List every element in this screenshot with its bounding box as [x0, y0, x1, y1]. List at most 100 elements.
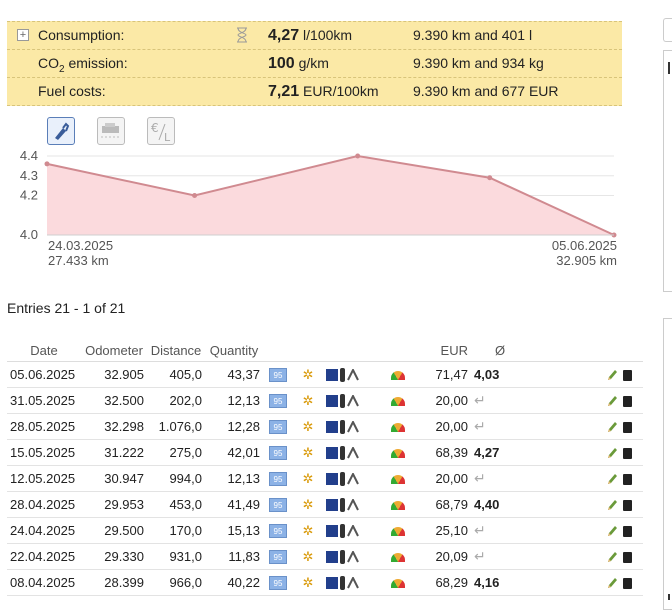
table-row[interactable]: 12.05.2025 30.947 994,0 12,13 95 ✲ 20,00 ↵	[7, 465, 643, 492]
summer-tires-icon: ✲	[302, 393, 314, 409]
summer-tires-icon: ✲	[302, 419, 314, 435]
delete-trash-icon[interactable]	[623, 577, 632, 589]
driving-style-cell	[383, 439, 413, 466]
edit-pencil-icon[interactable]	[606, 368, 618, 382]
tires-cell: ✲	[293, 361, 323, 388]
quantity-cell: 12,13	[205, 387, 263, 414]
actions-cell	[603, 517, 643, 544]
city-traffic-light-icon	[340, 472, 345, 487]
table-row[interactable]: 15.05.2025 31.222 275,0 42,01 95 ✲ 68,39 4,27	[7, 439, 643, 466]
table-row[interactable]: 31.05.2025 32.500 202,0 12,13 95 ✲ 20,00 ↵	[7, 387, 643, 414]
y-tick-label: 4.3	[20, 168, 38, 183]
city-traffic-light-icon	[340, 394, 345, 409]
table-row[interactable]: 08.04.2025 28.399 966,0 40,22 95 ✲ 68,29 4,16	[7, 569, 643, 596]
country-road-icon	[347, 369, 359, 381]
edit-pencil-icon[interactable]	[606, 524, 618, 538]
table-row[interactable]: 05.06.2025 32.905 405,0 43,37 95 ✲ 71,47 4,03	[7, 361, 643, 388]
country-road-icon	[347, 447, 359, 459]
eur-cell: 68,39	[413, 439, 471, 466]
driving-style-cell	[383, 543, 413, 570]
distance-header[interactable]: Distance	[147, 339, 205, 362]
delete-trash-icon[interactable]	[623, 525, 632, 537]
date-cell: 24.04.2025	[7, 517, 81, 544]
driving-style-cell	[383, 361, 413, 388]
edit-pencil-icon[interactable]	[606, 472, 618, 486]
country-road-icon	[347, 525, 359, 537]
driving-style-gauge-icon	[391, 579, 405, 589]
eur-cell: 20,00	[413, 387, 471, 414]
fuel-95-icon: 95	[269, 576, 287, 591]
eur-header[interactable]: EUR	[413, 339, 471, 362]
odometer-header[interactable]: Odometer	[81, 339, 147, 362]
summer-tires-icon: ✲	[302, 523, 314, 539]
eur-cell: 68,79	[413, 491, 471, 518]
quantity-cell: 42,01	[205, 439, 263, 466]
edit-pencil-icon[interactable]	[606, 550, 618, 564]
tires-cell: ✲	[293, 491, 323, 518]
x-end-km-label: 32.905 km	[556, 253, 617, 268]
delete-trash-icon[interactable]	[623, 551, 632, 563]
route-cell	[323, 413, 383, 440]
actions-cell	[603, 413, 643, 440]
driving-style-cell	[383, 491, 413, 518]
y-tick-label: 4.0	[20, 227, 38, 242]
fuel-type-cell: 95	[263, 517, 293, 544]
table-row[interactable]: 24.04.2025 29.500 170,0 15,13 95 ✲ 25,10 ↵	[7, 517, 643, 544]
edit-pencil-icon[interactable]	[606, 420, 618, 434]
svg-text:€: €	[151, 121, 159, 135]
driving-style-gauge-icon	[391, 449, 405, 459]
fuel-type-cell: 95	[263, 361, 293, 388]
summer-tires-icon: ✲	[302, 549, 314, 565]
expand-icon[interactable]: +	[17, 29, 29, 41]
city-traffic-light-icon	[340, 368, 345, 383]
date-header[interactable]: Date	[7, 339, 81, 362]
date-cell: 08.04.2025	[7, 569, 81, 596]
data-point	[355, 153, 361, 159]
delete-trash-icon[interactable]	[623, 499, 632, 511]
edit-pencil-icon[interactable]	[606, 394, 618, 408]
notes-cell	[529, 465, 603, 492]
highway-icon	[326, 369, 338, 382]
summer-tires-icon: ✲	[302, 367, 314, 383]
quantity-header[interactable]: Quantity	[205, 339, 263, 362]
summer-tires-icon: ✲	[302, 497, 314, 513]
avg-cell: 4,27	[471, 439, 529, 466]
odometer-cell: 31.222	[81, 439, 147, 466]
fuel-costs-total: 9.390 km and 677 EUR	[413, 83, 559, 99]
fuel-95-icon: 95	[269, 550, 287, 565]
delete-trash-icon[interactable]	[623, 447, 632, 459]
fuel-type-cell: 95	[263, 543, 293, 570]
side-panel-tab[interactable]	[663, 18, 672, 42]
hourglass-icon[interactable]	[236, 27, 248, 43]
actions-cell	[603, 543, 643, 570]
tires-cell: ✲	[293, 465, 323, 492]
edit-pencil-icon[interactable]	[606, 446, 618, 460]
table-row[interactable]: 28.05.2025 32.298 1.076,0 12,28 95 ✲ 20,00 ↵	[7, 413, 643, 440]
delete-trash-icon[interactable]	[623, 369, 632, 381]
delete-trash-icon[interactable]	[623, 421, 632, 433]
summary-row-consumption: + Consumption: 4,27 l/100km 9.390 km and…	[7, 22, 622, 50]
city-traffic-light-icon	[340, 420, 345, 435]
return-icon: ↵	[474, 418, 486, 434]
odometer-cell: 29.500	[81, 517, 147, 544]
table-row[interactable]: 22.04.2025 29.330 931,0 11,83 95 ✲ 20,09 ↵	[7, 543, 643, 570]
notes-cell	[529, 543, 603, 570]
delete-trash-icon[interactable]	[623, 473, 632, 485]
tires-cell: ✲	[293, 543, 323, 570]
table-row[interactable]: 28.04.2025 29.953 453,0 41,49 95 ✲ 68,79 4,40	[7, 491, 643, 518]
summary-row-fuel-costs: Fuel costs: 7,21 EUR/100km 9.390 km and …	[7, 78, 622, 106]
actions-cell	[603, 439, 643, 466]
edit-pencil-icon[interactable]	[606, 498, 618, 512]
fuel-95-icon: 95	[269, 472, 287, 487]
delete-trash-icon[interactable]	[623, 395, 632, 407]
avg-header[interactable]: Ø	[471, 339, 529, 362]
driving-style-gauge-icon	[391, 553, 405, 563]
quantity-cell: 11,83	[205, 543, 263, 570]
consumption-label: Consumption:	[38, 27, 125, 43]
consumption-chart: 4.4 4.3 4.2 4.0 24.03.202527.433 km 05.06.202…	[20, 148, 617, 268]
tires-cell: ✲	[293, 569, 323, 596]
distance-cell: 994,0	[147, 465, 205, 492]
eur-cell: 25,10	[413, 517, 471, 544]
distance-cell: 966,0	[147, 569, 205, 596]
edit-pencil-icon[interactable]	[606, 576, 618, 590]
